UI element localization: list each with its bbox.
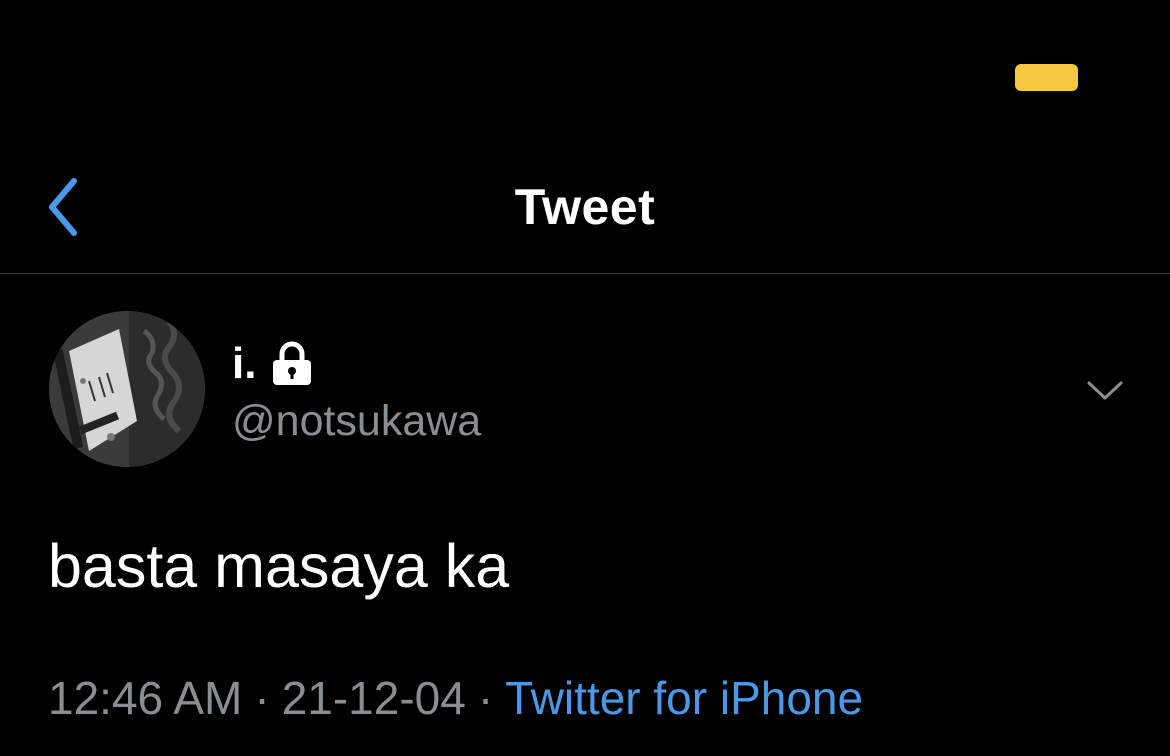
tweet-meta: 12:46 AM · 21-12-04 · Twitter for iPhone (48, 671, 863, 725)
tweet-options-button[interactable] (1082, 373, 1128, 409)
author-name-row[interactable]: i. (232, 339, 314, 389)
chevron-down-icon (1087, 381, 1123, 400)
tweet-time: 12:46 AM (48, 672, 243, 724)
meta-separator: · (477, 672, 494, 724)
tweet-detail: i. @notsukawa basta masaya ka 12:46 AM · 2… (0, 275, 1170, 756)
avatar[interactable] (49, 311, 205, 467)
display-name: i. (232, 339, 257, 388)
meta-separator: · (254, 672, 270, 724)
battery-indicator (1015, 64, 1078, 91)
tweet-source-link[interactable]: Twitter for iPhone (505, 672, 863, 724)
tweet-date: 21-12-04 (281, 672, 466, 724)
tweet-text: basta masaya ka (48, 532, 510, 600)
lock-icon (273, 341, 312, 385)
navigation-bar: Tweet (0, 150, 1170, 274)
avatar-image (49, 311, 205, 467)
page-title: Tweet (514, 179, 656, 235)
author-handle[interactable]: @notsukawa (232, 397, 481, 446)
